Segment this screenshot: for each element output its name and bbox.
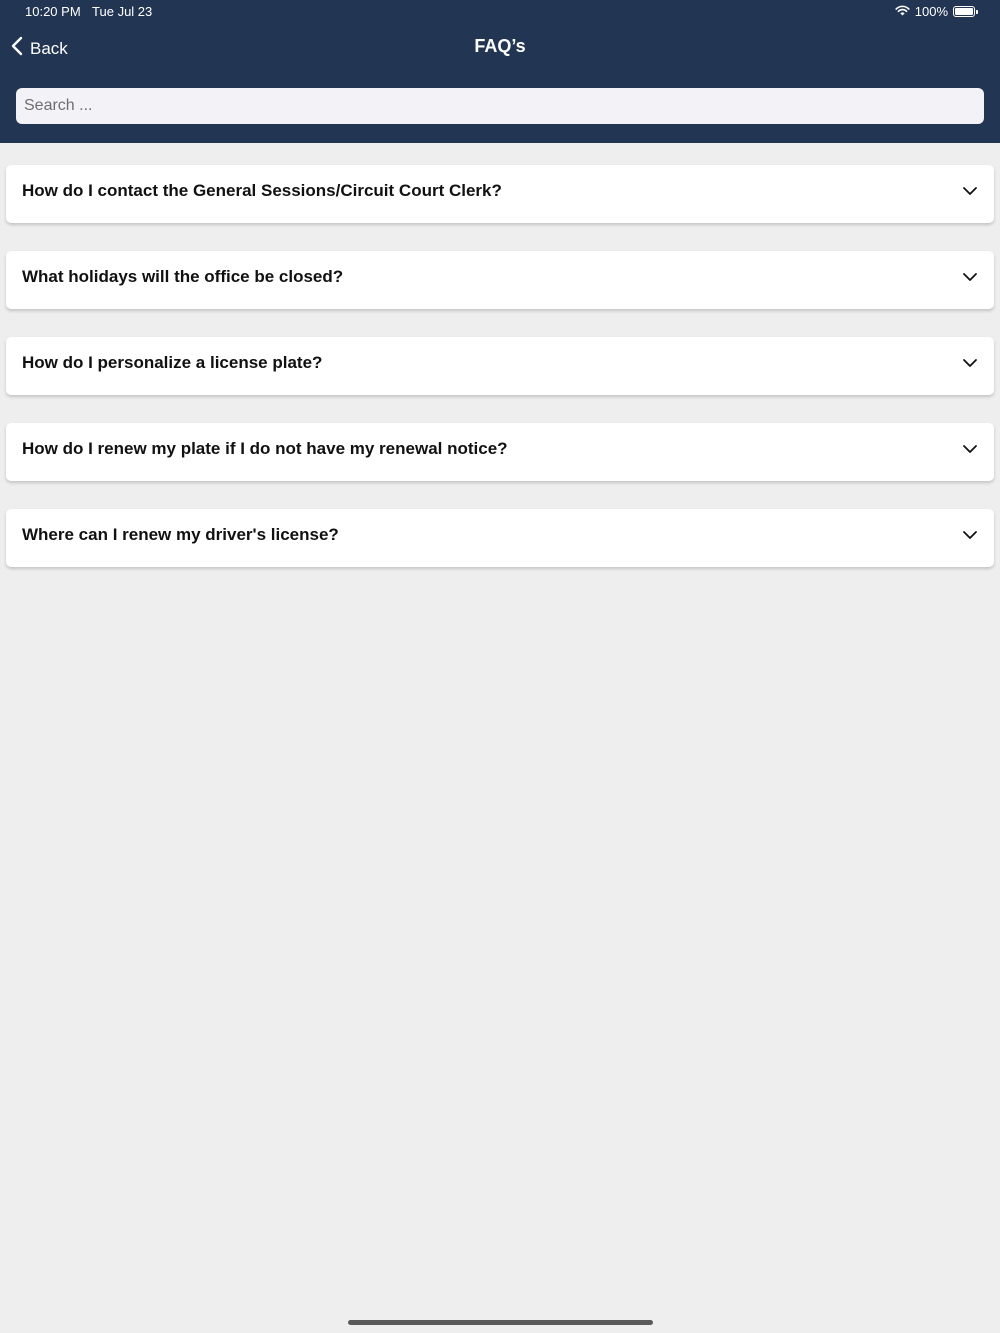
- faq-question: How do I renew my plate if I do not have…: [22, 439, 508, 458]
- status-date: Tue Jul 23: [92, 4, 153, 19]
- navigation-bar: Back FAQ’s: [0, 28, 1000, 68]
- search-input[interactable]: [16, 88, 984, 124]
- battery-icon: [953, 6, 978, 17]
- app-header: 10:20 PM Tue Jul 23 100% Back FAQ’s Sear…: [0, 0, 1000, 143]
- status-time: 10:20 PM: [25, 4, 81, 19]
- faq-question: How do I contact the General Sessions/Ci…: [22, 181, 502, 200]
- search-bar: [16, 88, 984, 124]
- chevron-down-icon: [962, 183, 978, 199]
- chevron-down-icon: [962, 441, 978, 457]
- status-datetime: 10:20 PM Tue Jul 23: [25, 4, 160, 19]
- faq-question: Where can I renew my driver's license?: [22, 525, 339, 544]
- wifi-icon: [895, 4, 910, 19]
- status-bar: 10:20 PM Tue Jul 23 100%: [0, 0, 1000, 24]
- faq-item[interactable]: How do I personalize a license plate?: [6, 337, 994, 395]
- faq-question: How do I personalize a license plate?: [22, 353, 323, 372]
- faq-item[interactable]: How do I renew my plate if I do not have…: [6, 423, 994, 481]
- status-indicators: 100%: [895, 4, 978, 19]
- faq-list: How do I contact the General Sessions/Ci…: [6, 165, 994, 595]
- chevron-down-icon: [962, 527, 978, 543]
- faq-item[interactable]: What holidays will the office be closed?: [6, 251, 994, 309]
- faq-item[interactable]: Where can I renew my driver's license?: [6, 509, 994, 567]
- chevron-down-icon: [962, 269, 978, 285]
- page-title: FAQ’s: [474, 36, 526, 56]
- chevron-down-icon: [962, 355, 978, 371]
- battery-percent: 100%: [914, 4, 948, 19]
- faq-question: What holidays will the office be closed?: [22, 267, 344, 286]
- home-indicator[interactable]: [348, 1320, 653, 1325]
- faq-item[interactable]: How do I contact the General Sessions/Ci…: [6, 165, 994, 223]
